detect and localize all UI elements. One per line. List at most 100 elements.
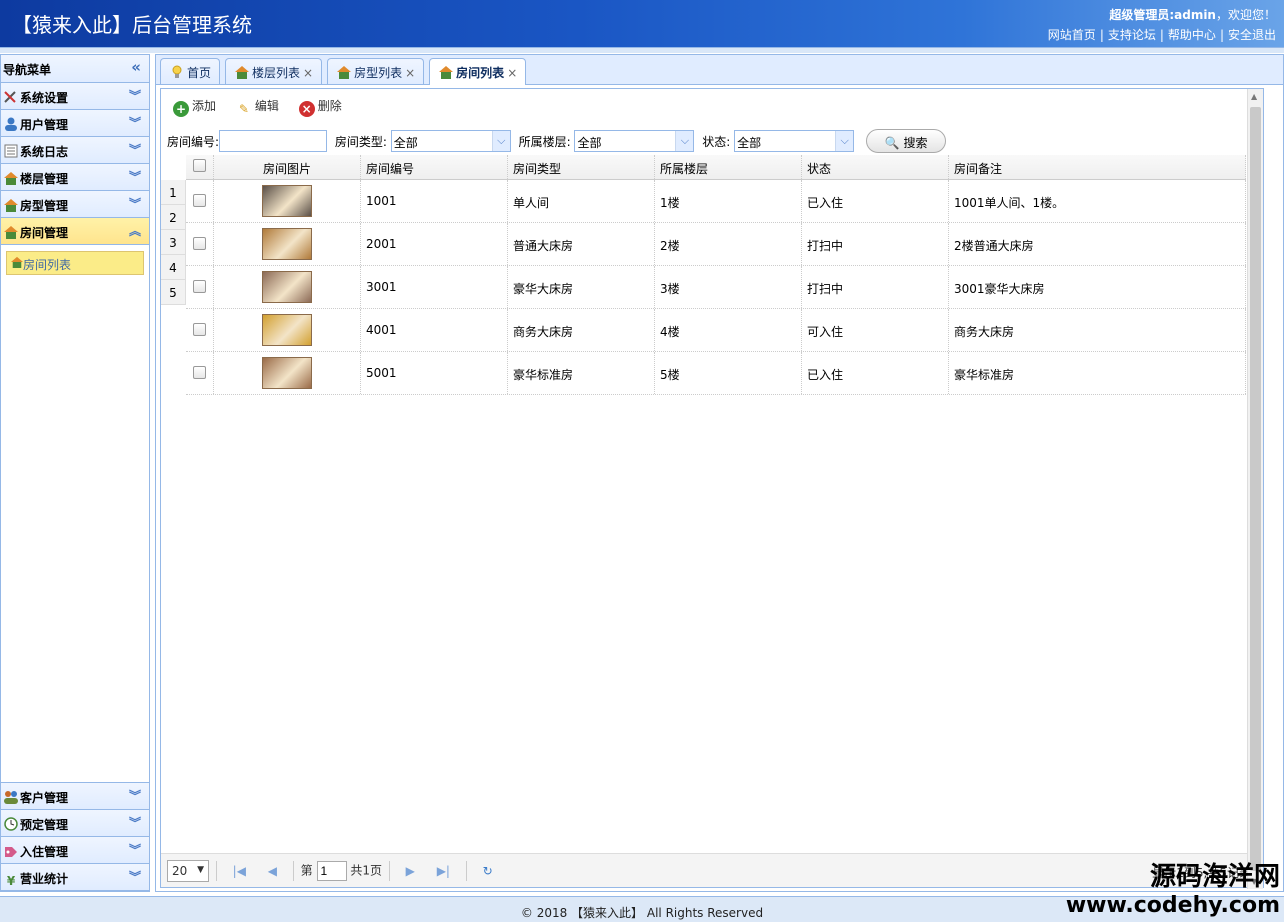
floor-select[interactable]: 全部 ⌵ (574, 130, 695, 152)
tab-floor-list[interactable]: 楼层列表 × (225, 58, 323, 84)
room-no-input[interactable] (219, 130, 328, 152)
row-number: 1 (161, 180, 186, 205)
welcome-text: 超级管理员:admin，欢迎您！ (1109, 6, 1276, 23)
status-value: 全部 (737, 136, 762, 150)
row-checkbox[interactable] (193, 280, 206, 293)
link-home[interactable]: 网站首页 (1048, 28, 1096, 42)
pencil-icon: ✎ (238, 102, 249, 116)
room-photo (262, 271, 312, 303)
chevron-down-icon: ︾ (128, 816, 141, 830)
app-header: 【猿来入此】后台管理系统 超级管理员:admin，欢迎您！ 网站首页 | 支持论坛 |… (0, 0, 1284, 47)
chevron-down-icon[interactable]: ⌵ (835, 131, 854, 151)
column-header[interactable]: 房间备注 (949, 155, 1246, 179)
menu-system-settings[interactable]: 系统设置 ︾ (1, 83, 149, 110)
first-page-icon[interactable]: |◀ (233, 864, 246, 878)
page-size-value: 20 (172, 864, 188, 878)
room-no-label: 房间编号: (167, 134, 220, 149)
menu-checkin-management[interactable]: 入住管理 ︾ (1, 837, 149, 864)
column-header[interactable]: 房间编号 (361, 155, 508, 179)
status-select[interactable]: 全部 ⌵ (734, 130, 855, 152)
chevron-down-icon[interactable]: ⌵ (675, 131, 694, 151)
tab-home[interactable]: 首页 (160, 58, 221, 84)
menu-customer-management[interactable]: 客户管理 ︾ (1, 783, 149, 810)
row-checkbox[interactable] (193, 366, 206, 379)
search-bar: 房间编号: 房间类型: 全部 ⌵ 所属楼层: 全部 ⌵ 状态: 全部 ⌵ 🔍 搜索 (161, 125, 1263, 155)
submenu-item-room-list[interactable]: 房间列表 (6, 251, 144, 275)
row-checkbox[interactable] (193, 237, 206, 250)
edit-button[interactable]: ✎ 编辑 (236, 97, 279, 117)
room-photo (262, 314, 312, 346)
menu-label: 客户管理 (20, 791, 69, 805)
divider (465, 861, 467, 881)
current-user: 超级管理员:admin (1109, 8, 1216, 22)
log-icon (4, 144, 18, 158)
column-header[interactable]: 状态 (802, 155, 949, 179)
page-size-select[interactable]: 20 ▼ (167, 860, 209, 882)
page-total: 共1页 (350, 863, 382, 878)
refresh-icon[interactable]: ↻ (483, 864, 493, 878)
link-help[interactable]: 帮助中心 (1168, 28, 1216, 42)
vertical-scrollbar[interactable]: ▲ ▼ (1247, 89, 1263, 889)
table-row[interactable]: 1001 单人间 1楼 已入住 1001单人间、1楼。 (186, 180, 1246, 223)
tab-label: 楼层列表 (252, 66, 301, 80)
add-label: 添加 (192, 99, 217, 113)
chevron-down-icon[interactable]: ⌵ (491, 131, 510, 151)
menu-floor-management[interactable]: 楼层管理 ︾ (1, 164, 149, 191)
scrollbar-thumb[interactable] (1250, 107, 1261, 871)
menu-label: 营业统计 (20, 872, 69, 886)
status-cell: 打扫中 (802, 223, 949, 265)
header-checkbox-cell (186, 155, 214, 179)
menu-reservation-management[interactable]: 预定管理 ︾ (1, 810, 149, 837)
delete-button[interactable]: × 删除 (298, 97, 342, 117)
menu-label: 用户管理 (20, 118, 69, 132)
menu-business-statistics[interactable]: ¥ 营业统计 ︾ (1, 864, 149, 891)
collapse-icon[interactable]: « (131, 58, 141, 76)
submenu-label: 房间列表 (23, 258, 72, 272)
row-checkbox[interactable] (193, 194, 206, 207)
prev-page-icon[interactable]: ◀ (268, 864, 277, 878)
page-number-input[interactable] (316, 861, 347, 881)
scroll-up-icon[interactable]: ▲ (1251, 92, 1257, 101)
select-all-checkbox[interactable] (193, 159, 206, 172)
table-row[interactable]: 3001 豪华大床房 3楼 打扫中 3001豪华大床房 (186, 266, 1246, 309)
room-type-select[interactable]: 全部 ⌵ (390, 130, 511, 152)
table-row[interactable]: 5001 豪华标准房 5楼 已入住 豪华标准房 (186, 352, 1246, 395)
column-header[interactable]: 所属楼层 (655, 155, 802, 179)
house-icon (235, 66, 250, 79)
tab-room-list[interactable]: 房间列表 × (429, 58, 527, 85)
menu-system-log[interactable]: 系统日志 ︾ (1, 137, 149, 164)
link-forum[interactable]: 支持论坛 (1108, 28, 1156, 42)
add-button[interactable]: + 添加 (173, 97, 216, 117)
last-page-icon[interactable]: ▶| (437, 864, 450, 878)
room-image-cell (214, 266, 361, 308)
tab-room-type-list[interactable]: 房型列表 × (327, 58, 425, 84)
welcome-suffix: ，欢迎您！ (1215, 8, 1276, 22)
column-header[interactable]: 房间图片 (214, 155, 361, 179)
close-icon[interactable]: × (303, 66, 313, 80)
close-icon[interactable]: × (507, 66, 517, 80)
menu-user-management[interactable]: 用户管理 ︾ (1, 110, 149, 137)
row-checkbox[interactable] (193, 323, 206, 336)
close-icon[interactable]: × (405, 66, 415, 80)
checkin-icon (5, 847, 17, 857)
status-cell: 已入住 (802, 352, 949, 394)
search-button[interactable]: 🔍 搜索 (865, 129, 946, 153)
column-header[interactable]: 房间类型 (508, 155, 655, 179)
user-icon (5, 117, 17, 131)
chevron-down-icon: ︾ (128, 843, 141, 857)
room-type-cell: 单人间 (508, 180, 655, 222)
table-row[interactable]: 2001 普通大床房 2楼 打扫中 2楼普通大床房 (186, 223, 1246, 266)
room-type-value: 全部 (393, 136, 418, 150)
link-logout[interactable]: 安全退出 (1228, 28, 1276, 42)
chevron-down-icon: ︾ (128, 89, 141, 103)
room-list-panel: + 添加 ✎ 编辑 × 删除 房间编号: 房间类型: 全部 ⌵ 所属楼层: 全部 ⌵ 状态… (160, 88, 1264, 889)
chevron-up-icon: ︽ (128, 224, 141, 238)
watermark: 源码海洋网 www.codehy.com (1066, 856, 1280, 918)
table-row[interactable]: 4001 商务大床房 4楼 可入住 商务大床房 (186, 309, 1246, 352)
house-icon (439, 66, 454, 79)
page-prefix: 第 (300, 863, 313, 878)
next-page-icon[interactable]: ▶ (406, 864, 415, 878)
menu-room-management[interactable]: 房间管理 ︽ (1, 218, 149, 245)
watermark-title: 源码海洋网 (1149, 862, 1280, 892)
menu-room-type-management[interactable]: 房型管理 ︾ (1, 191, 149, 218)
